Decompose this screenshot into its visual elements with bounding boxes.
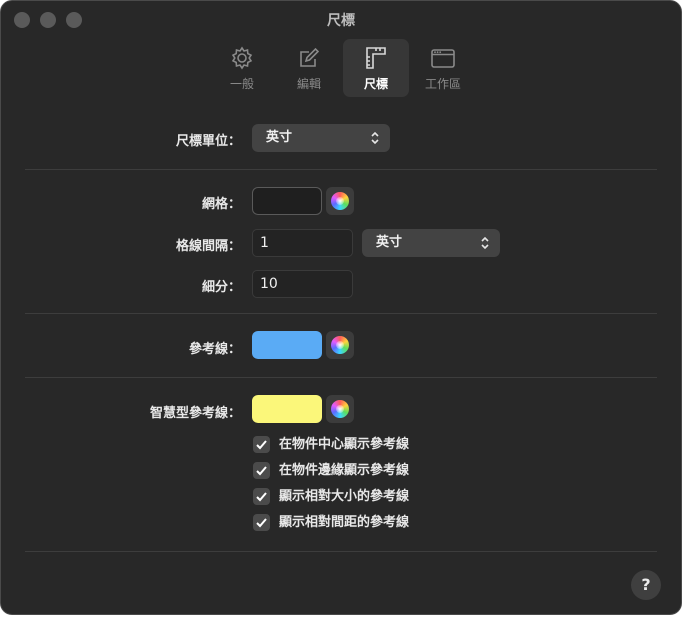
grid-color-picker-button[interactable] <box>326 187 354 215</box>
checkmark-icon <box>256 492 267 502</box>
ruler-icon <box>366 47 386 69</box>
edit-icon <box>300 47 320 67</box>
divider <box>25 377 657 378</box>
subdivisions-label: 細分： <box>201 280 241 295</box>
grid-spacing-label: 格線間隔： <box>175 239 241 254</box>
smart-guides-color-well[interactable] <box>252 395 322 423</box>
color-wheel-icon <box>331 400 349 418</box>
checkbox-label: 在物件邊緣顯示參考線 <box>279 463 410 478</box>
guides-color-well[interactable] <box>252 331 322 359</box>
color-wheel-icon <box>331 192 349 210</box>
tab-rulers-label: 尺標 <box>363 77 388 91</box>
tab-editing-label: 編輯 <box>296 77 321 91</box>
tab-general[interactable]: 一般 <box>209 39 275 97</box>
workspace-icon <box>431 49 455 68</box>
grid-spacing-unit-popup[interactable]: 英寸 <box>362 229 500 257</box>
divider <box>25 313 657 314</box>
preferences-window: 尺標 一般 編輯 尺標 工作區 尺標單位： 英寸 網格： 格線間隔： 1 英寸 … <box>0 0 682 615</box>
smart-guides-color-picker-button[interactable] <box>326 395 354 423</box>
grid-label: 網格： <box>201 197 241 212</box>
tab-general-label: 一般 <box>229 77 254 91</box>
tab-workspace-label: 工作區 <box>424 77 461 91</box>
guides-color-picker-button[interactable] <box>326 331 354 359</box>
divider <box>25 551 657 552</box>
grid-spacing-input[interactable]: 1 <box>252 229 353 257</box>
checkbox[interactable] <box>253 462 270 479</box>
gear-icon <box>231 46 253 70</box>
ruler-units-popup[interactable]: 英寸 <box>252 124 390 152</box>
checkbox[interactable] <box>253 514 270 531</box>
checkbox[interactable] <box>253 436 270 453</box>
checkmark-icon <box>256 440 267 450</box>
checkmark-icon <box>256 466 267 476</box>
guides-label: 參考線： <box>188 342 241 357</box>
divider <box>25 169 657 170</box>
help-button[interactable]: ? <box>631 570 661 600</box>
checkbox-label: 顯示相對大小的參考線 <box>279 489 410 504</box>
grid-spacing-unit-value: 英寸 <box>376 235 403 250</box>
chevron-updown-icon <box>481 236 489 250</box>
checkbox-label: 顯示相對間距的參考線 <box>279 515 410 530</box>
checkmark-icon <box>256 518 267 528</box>
chevron-updown-icon <box>371 131 379 145</box>
subdivisions-input[interactable]: 10 <box>252 270 353 298</box>
tab-rulers[interactable]: 尺標 <box>343 39 409 97</box>
grid-color-well[interactable] <box>252 187 322 215</box>
ruler-units-label: 尺標單位： <box>175 134 241 149</box>
window-title: 尺標 <box>327 13 355 29</box>
smart-guides-label: 智慧型參考線： <box>149 406 241 421</box>
preferences-toolbar: 一般 編輯 尺標 工作區 <box>1 39 681 97</box>
checkbox-label: 在物件中心顯示參考線 <box>279 437 410 452</box>
tab-editing[interactable]: 編輯 <box>276 39 342 97</box>
ruler-units-value: 英寸 <box>266 130 293 145</box>
color-wheel-icon <box>331 336 349 354</box>
tab-workspace[interactable]: 工作區 <box>410 39 476 97</box>
checkbox[interactable] <box>253 488 270 505</box>
